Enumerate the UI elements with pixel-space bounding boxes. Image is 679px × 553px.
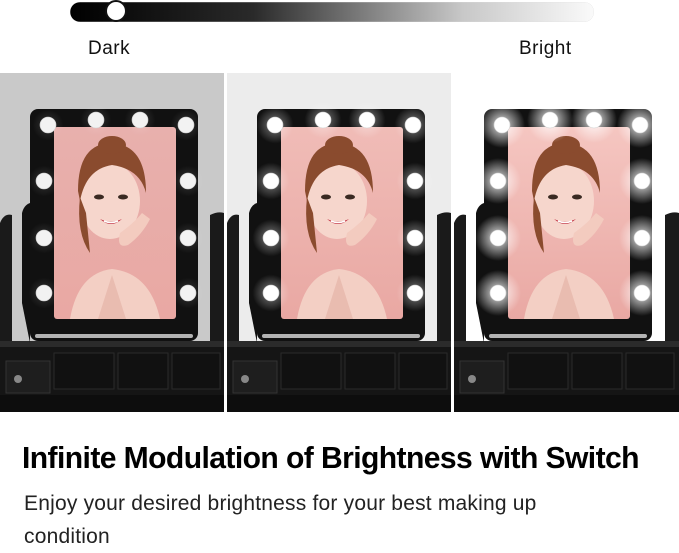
brightness-slider-knob[interactable]	[105, 0, 128, 22]
brightness-slider-track[interactable]	[70, 2, 594, 22]
mirror-photo-dark	[0, 73, 224, 412]
slider-max-label: Bright	[519, 38, 572, 59]
headline: Infinite Modulation of Brightness with S…	[22, 440, 640, 475]
slider-min-label: Dark	[88, 38, 131, 59]
mirror-photo-medium	[227, 73, 451, 412]
mirror-photo-bright	[454, 73, 679, 412]
subtext: Enjoy your desired brightness for your b…	[24, 492, 537, 548]
